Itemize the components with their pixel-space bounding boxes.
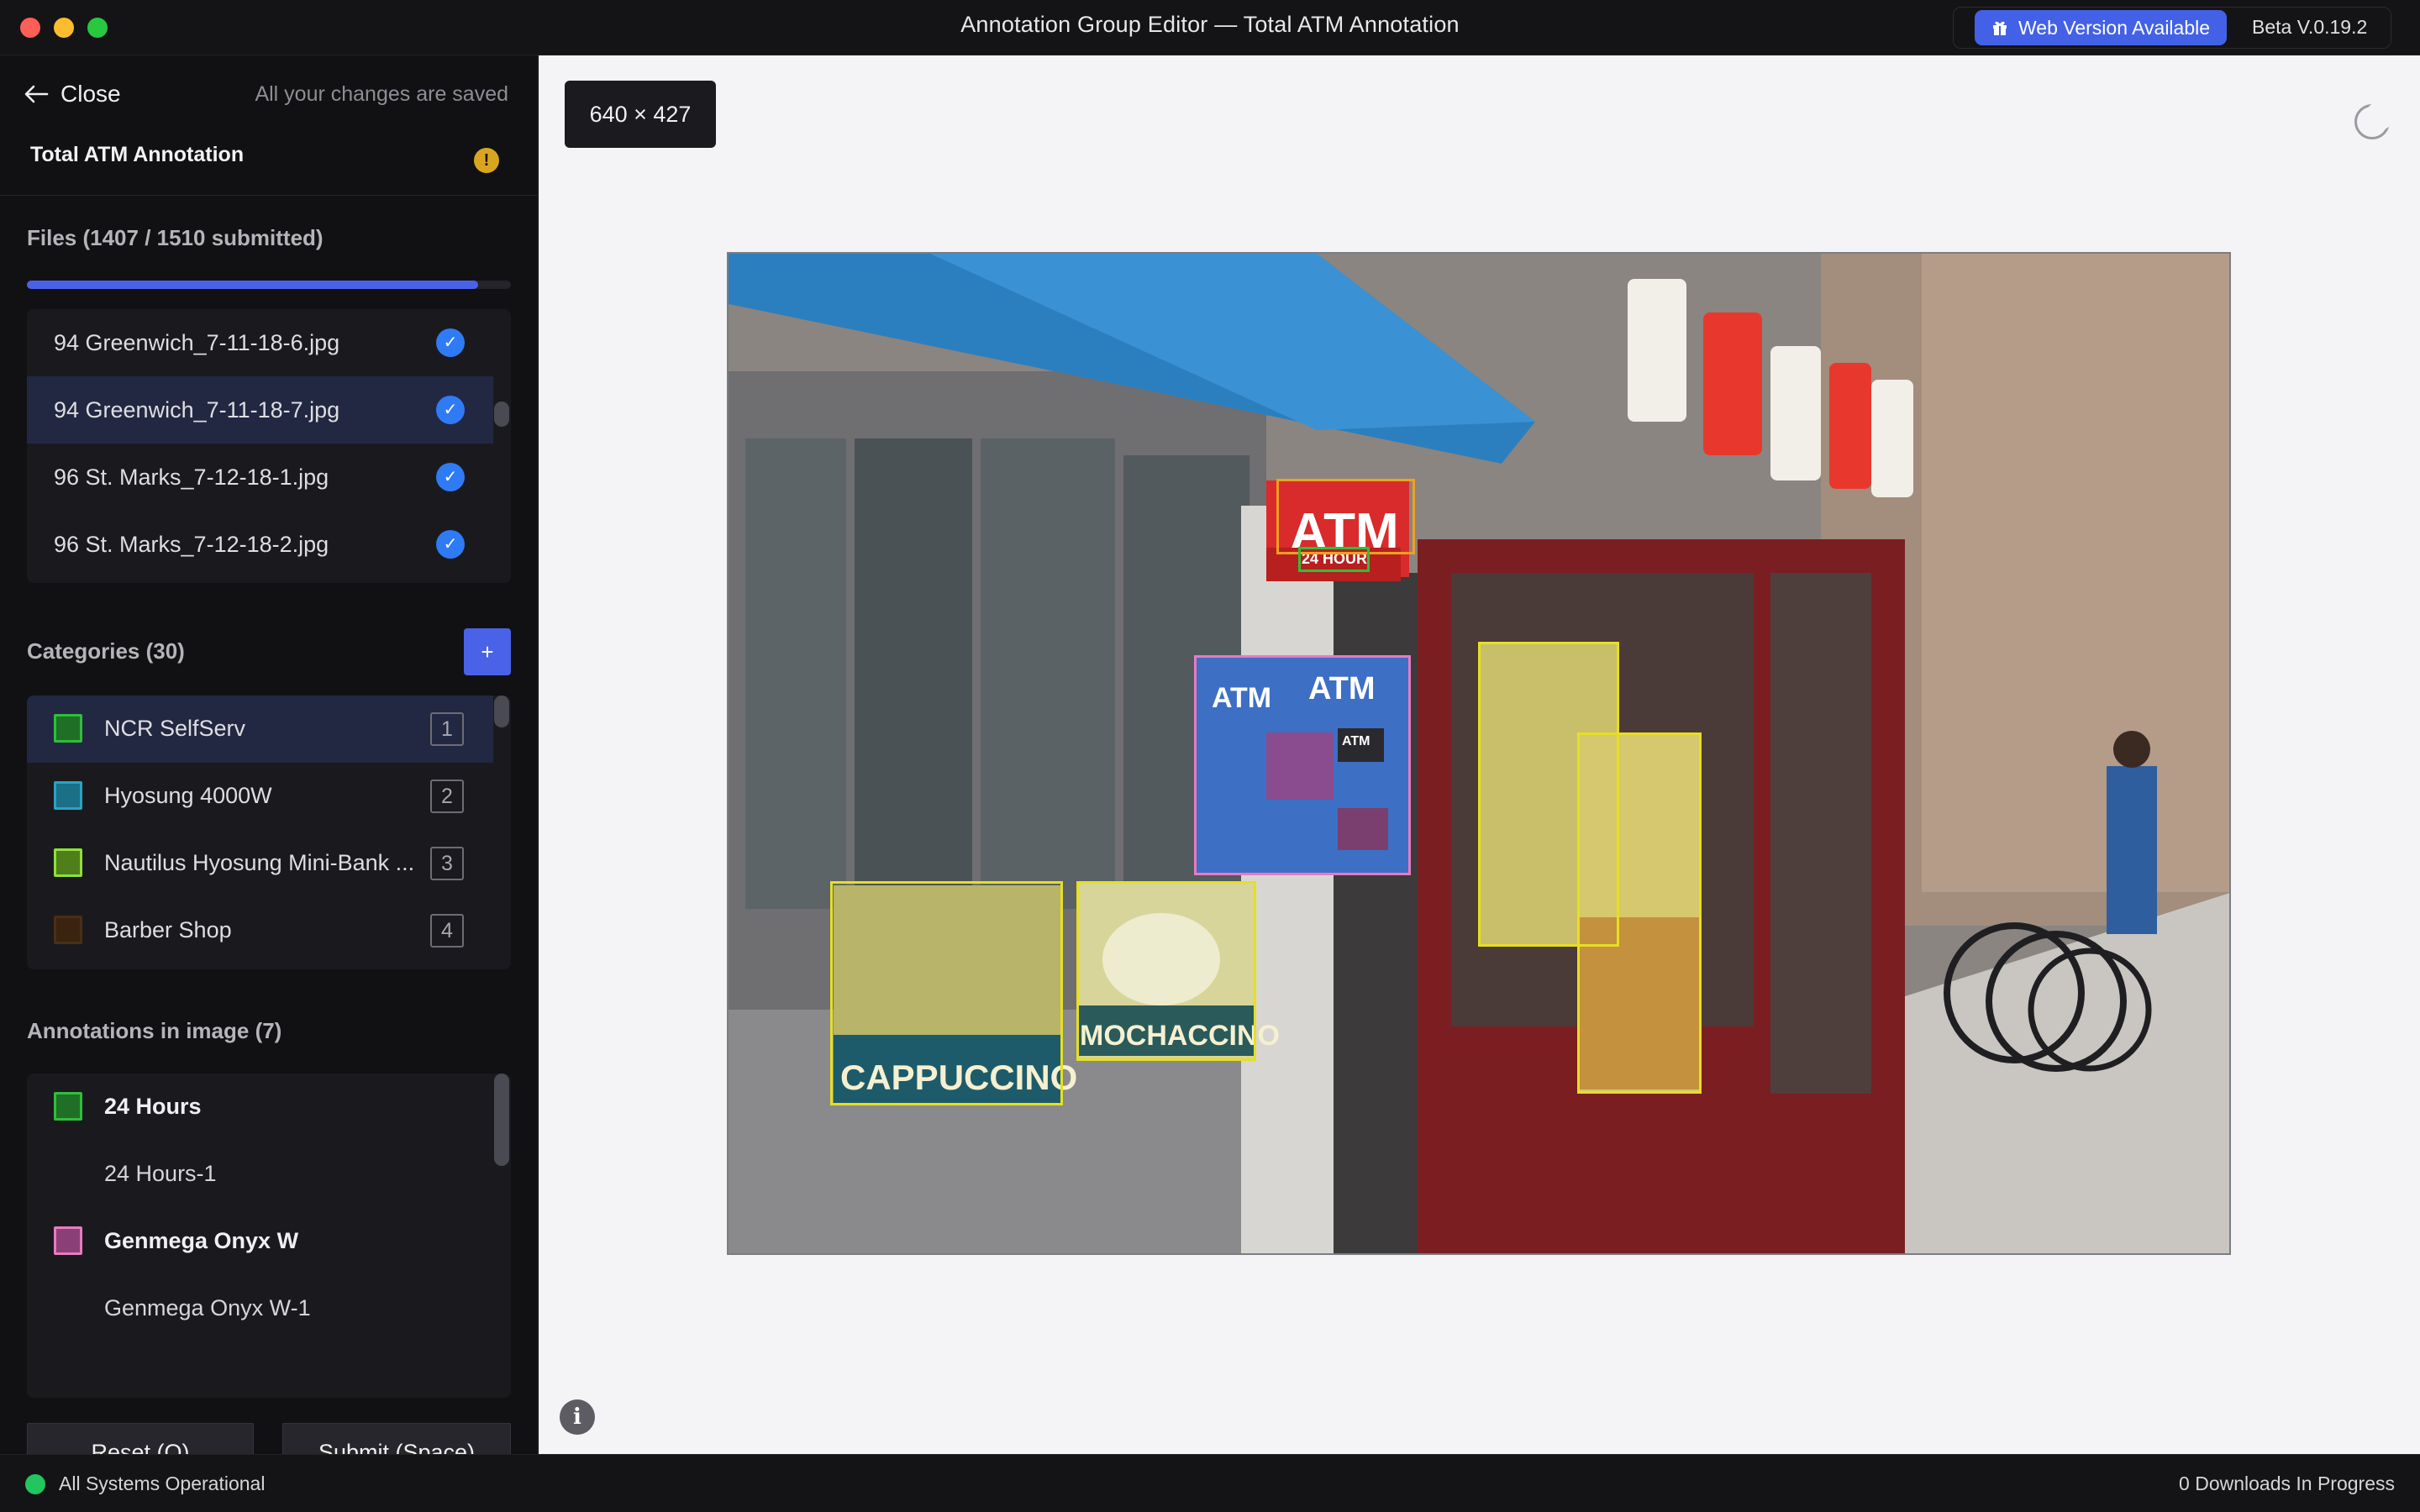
bbox-24-hours[interactable] (1298, 547, 1370, 572)
category-label: NCR SelfServ (104, 716, 246, 741)
save-status: All your changes are saved (255, 82, 508, 106)
category-hotkey: 4 (430, 914, 464, 948)
annotations-header: Annotations in image (7) (27, 1018, 282, 1043)
category-swatch (54, 714, 82, 743)
file-item[interactable]: 96 St. Marks_7-12-18-1.jpg ✓ (27, 444, 511, 511)
divider (0, 195, 538, 196)
gift-icon (1993, 21, 2007, 35)
file-item[interactable]: 94 Greenwich_7-11-18-6.jpg ✓ (27, 309, 511, 376)
category-item[interactable]: Nautilus Hyosung Mini-Bank ... 3 (27, 830, 511, 897)
bbox-genmega-onyx-w[interactable] (1194, 655, 1411, 875)
files-progress-fill (27, 281, 478, 289)
files-header: Files (1407 / 1510 submitted) (27, 225, 324, 250)
check-icon: ✓ (436, 463, 465, 491)
sidebar: Close All your changes are saved Total A… (0, 55, 538, 1482)
file-name: 94 Greenwich_7-11-18-7.jpg (54, 396, 340, 423)
category-label: Nautilus Hyosung Mini-Bank ... (104, 850, 415, 875)
categories-scrollbar[interactable] (494, 696, 509, 727)
category-hotkey: 3 (430, 847, 464, 880)
check-icon: ✓ (436, 396, 465, 424)
close-button[interactable]: Close (24, 81, 121, 108)
bbox-mochaccino-poster[interactable] (1076, 881, 1256, 1061)
annotation-swatch (54, 1092, 82, 1121)
files-list: 94 Greenwich_7-11-18-6.jpg ✓ 94 Greenwic… (27, 309, 511, 583)
annotation-group[interactable]: 24 Hours (27, 1074, 511, 1141)
title-bar: Annotation Group Editor — Total ATM Anno… (0, 0, 2420, 55)
categories-list: NCR SelfServ 1 Hyosung 4000W 2 Nautilus … (27, 696, 511, 969)
annotation-item-label: Genmega Onyx W-1 (104, 1295, 311, 1320)
annotated-photo[interactable]: ATM 24 HOUR ATM ATM ATM CAPPUCCINO MOCHA… (727, 252, 2231, 1255)
category-swatch (54, 781, 82, 810)
moon-icon[interactable] (2354, 102, 2394, 139)
annotation-group[interactable]: Genmega Onyx W (27, 1208, 511, 1275)
category-label: Barber Shop (104, 917, 232, 942)
close-label: Close (60, 81, 121, 107)
file-name: 94 Greenwich_7-11-18-6.jpg (54, 329, 340, 355)
category-hotkey: 1 (430, 712, 464, 746)
downloads-status: 0 Downloads In Progress (2179, 1473, 2395, 1494)
check-icon: ✓ (436, 328, 465, 357)
image-canvas[interactable]: 640 × 427 ATM 24 HOUR ATM ATM ATM CAPPUC… (539, 55, 2420, 1454)
bbox-cappuccino-poster[interactable] (830, 881, 1063, 1105)
check-icon: ✓ (436, 530, 465, 559)
category-label: Hyosung 4000W (104, 783, 272, 808)
file-name: 96 St. Marks_7-12-18-2.jpg (54, 531, 329, 557)
category-item[interactable]: NCR SelfServ 1 (27, 696, 493, 763)
annotation-group-label: Genmega Onyx W (104, 1228, 299, 1253)
annotations-scrollbar[interactable] (494, 1074, 509, 1166)
system-status: All Systems Operational (59, 1473, 266, 1494)
annotations-list: 24 Hours 24 Hours-1 Genmega Onyx W Genme… (27, 1074, 511, 1398)
status-ok-icon (25, 1474, 45, 1494)
annotation-item[interactable]: 24 Hours-1 (27, 1141, 511, 1208)
categories-header: Categories (30) (27, 638, 185, 664)
project-title: Total ATM Annotation (30, 143, 245, 166)
category-item[interactable]: Hyosung 4000W 2 (27, 763, 511, 830)
annotation-item[interactable]: Genmega Onyx W-1 (27, 1275, 511, 1342)
info-icon[interactable]: i (560, 1399, 595, 1435)
file-item-selected[interactable]: 94 Greenwich_7-11-18-7.jpg ✓ (27, 376, 493, 444)
annotation-item-label: 24 Hours-1 (104, 1161, 217, 1186)
category-swatch (54, 848, 82, 877)
web-version-label: Web Version Available (2018, 16, 2211, 39)
arrow-left-icon (24, 85, 49, 103)
files-scrollbar[interactable] (494, 402, 509, 427)
status-bar: All Systems Operational 0 Downloads In P… (0, 1454, 2420, 1512)
annotation-swatch (54, 1226, 82, 1255)
files-progress-bar (27, 281, 511, 289)
image-dimensions-badge: 640 × 427 (565, 81, 716, 148)
category-swatch (54, 916, 82, 944)
version-label: Beta V.0.19.2 (2252, 16, 2368, 38)
bbox-atm-sign[interactable] (1276, 479, 1415, 554)
add-category-button[interactable]: + (464, 628, 511, 675)
file-item[interactable]: 96 St. Marks_7-12-18-2.jpg ✓ (27, 511, 511, 578)
web-version-button[interactable]: Web Version Available (1975, 10, 2227, 45)
category-item[interactable]: Barber Shop 4 (27, 897, 511, 964)
file-name: 96 St. Marks_7-12-18-1.jpg (54, 464, 329, 490)
warning-icon[interactable]: ! (474, 148, 499, 173)
category-hotkey: 2 (430, 780, 464, 813)
annotation-group-label: 24 Hours (104, 1094, 202, 1119)
bbox-menu-board-2[interactable] (1577, 732, 1702, 1094)
